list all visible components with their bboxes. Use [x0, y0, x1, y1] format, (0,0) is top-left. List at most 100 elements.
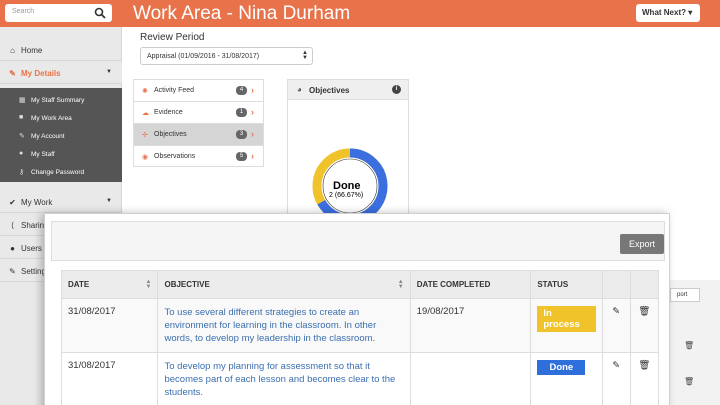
upload-icon: ☁	[142, 110, 149, 117]
column-header-edit	[601, 270, 631, 299]
trash-icon: 🗑	[684, 341, 695, 350]
cell-status: In process	[530, 298, 603, 353]
column-header-date-completed[interactable]: DATE COMPLETED	[409, 270, 532, 299]
users-icon: ●	[10, 244, 15, 253]
wrench-icon: ✎	[9, 267, 16, 276]
tab-label: Evidence	[154, 109, 183, 116]
trash-icon: 🗑	[684, 377, 695, 386]
objectives-table: DATE ▲ ▼ OBJECTIVE ▲ ▼ DATE COMPLETED STAT…	[60, 270, 660, 405]
tab-label: Observations	[154, 153, 196, 160]
count-badge: 1	[236, 108, 247, 117]
sidebar-item-label: Change Password	[31, 169, 85, 176]
grid-icon: ▦	[19, 97, 26, 104]
sort-icon[interactable]: ▲ ▼	[146, 279, 152, 290]
objectives-modal: Export DATE ▲ ▼ OBJECTIVE ▲ ▼ DATE COMPLET…	[44, 213, 670, 405]
sidebar-item-label: My Work	[21, 198, 53, 207]
column-header-date[interactable]: DATE ▲ ▼	[60, 270, 159, 299]
column-header-label: STATUS	[537, 280, 569, 289]
trash-icon[interactable]: 🗑	[629, 298, 660, 353]
count-badge: 5	[236, 152, 247, 161]
sidebar-item-label: Home	[21, 46, 43, 55]
check-icon: ✔	[9, 198, 16, 207]
cell-date: 31/08/2017	[60, 352, 159, 405]
objectives-panel-title: Objectives	[309, 86, 350, 95]
target-icon: ✢	[142, 132, 148, 139]
caret-down-icon: ▼	[106, 69, 112, 75]
search-input[interactable]: Search	[12, 8, 34, 15]
sort-icon[interactable]: ▲ ▼	[398, 279, 404, 290]
cell-objective[interactable]: To use several different strategies to c…	[157, 298, 411, 353]
export-button[interactable]: Export	[620, 234, 664, 254]
cell-objective[interactable]: To develop my planning for assessment so…	[157, 352, 411, 405]
section-tabs: ✺ Activity Feed 4 › ☁ Evidence 1 › ✢ Obj…	[133, 79, 264, 167]
cell-date-completed: 19/08/2017	[409, 298, 532, 353]
sidebar-item-change-password[interactable]: ⚷ Change Password	[0, 163, 122, 181]
sidebar-item-label: My Account	[31, 133, 65, 140]
search-icon[interactable]	[94, 7, 106, 19]
chevron-right-icon: ›	[251, 107, 254, 117]
sidebar-item-my-account[interactable]: ✎ My Account	[0, 127, 122, 145]
objective-link[interactable]: To develop my planning for assessment so…	[164, 361, 395, 398]
sidebar-item-label: My Work Area	[31, 115, 72, 122]
column-header-label: DATE COMPLETED	[416, 280, 491, 289]
page-title: Work Area - Nina Durham	[133, 3, 351, 24]
what-next-button[interactable]: What Next? ▾	[636, 4, 700, 22]
objectives-panel: ◕ Objectives i Done 2 (66.67%)	[287, 79, 409, 224]
tab-observations[interactable]: ◉ Observations 5 ›	[134, 146, 263, 168]
status-badge: In process	[537, 306, 596, 332]
table-row[interactable]: 31/08/2017 To develop my planning for as…	[60, 352, 660, 405]
search-box[interactable]: Search	[5, 4, 112, 22]
sidebar-item-my-details[interactable]: ✎ My Details ▼	[0, 62, 122, 84]
sidebar-item-my-staff[interactable]: ● My Staff	[0, 145, 122, 163]
column-header-label: DATE	[68, 280, 90, 289]
sidebar-item-label: My Staff Summary	[31, 97, 85, 104]
status-badge: Done	[537, 360, 586, 375]
pie-chart-icon: ◕	[297, 85, 302, 94]
top-bar: Search Work Area - Nina Durham What Next…	[0, 0, 720, 27]
table-row[interactable]: 31/08/2017 To use several different stra…	[60, 298, 660, 353]
sidebar-item-label: Setting	[21, 267, 46, 276]
review-period-label: Review Period	[140, 32, 205, 43]
column-header-label: OBJECTIVE	[164, 280, 210, 289]
column-header-delete	[629, 270, 660, 299]
donut-value: 2 (66.67%)	[329, 192, 364, 199]
edit-icon[interactable]: ✎	[601, 352, 631, 405]
info-icon[interactable]: i	[392, 85, 401, 94]
sidebar-item-home[interactable]: ⌂ Home	[0, 39, 122, 61]
tab-objectives[interactable]: ✢ Objectives 3 ›	[134, 124, 263, 146]
modal-header: Export	[51, 221, 665, 261]
chevron-right-icon: ›	[251, 85, 254, 95]
sidebar-item-my-work[interactable]: ✔ My Work ▼	[0, 191, 122, 213]
users-icon: ●	[19, 150, 24, 157]
sidebar-item-label: My Staff	[31, 151, 55, 158]
tab-activity-feed[interactable]: ✺ Activity Feed 4 ›	[134, 80, 263, 102]
briefcase-icon: ■	[19, 114, 24, 121]
count-badge: 4	[236, 86, 247, 95]
chevron-right-icon: ›	[251, 151, 254, 161]
objectives-panel-header: ◕ Objectives i	[288, 80, 408, 100]
count-badge: 3	[236, 130, 247, 139]
tab-label: Objectives	[154, 131, 187, 138]
key-icon: ⚷	[19, 169, 25, 176]
sidebar-item-my-work-area[interactable]: ■ My Work Area	[0, 109, 122, 127]
tab-evidence[interactable]: ☁ Evidence 1 ›	[134, 102, 263, 124]
column-header-status[interactable]: STATUS	[530, 270, 603, 299]
cell-date: 31/08/2017	[60, 298, 159, 353]
donut-label: Done	[333, 180, 361, 192]
share-icon: ⟨	[10, 221, 15, 230]
trash-icon[interactable]: 🗑	[629, 352, 660, 405]
eye-icon: ◉	[142, 154, 149, 161]
edit-icon[interactable]: ✎	[601, 298, 631, 353]
tab-label: Activity Feed	[154, 87, 195, 94]
objective-link[interactable]: To use several different strategies to c…	[164, 307, 376, 344]
review-period-select[interactable]: Appraisal (01/09/2016 - 31/08/2017) ▲ ▼	[140, 47, 313, 65]
sidebar-item-label: Sharin	[21, 221, 45, 230]
sidebar-item-my-staff-summary[interactable]: ▦ My Staff Summary	[0, 91, 122, 109]
sidebar-item-label: My Details	[21, 69, 61, 78]
background-export-button: port	[670, 288, 700, 302]
wrench-icon: ✎	[19, 133, 25, 140]
sidebar-submenu: ▦ My Staff Summary ■ My Work Area ✎ My A…	[0, 88, 122, 182]
column-header-objective[interactable]: OBJECTIVE ▲ ▼	[157, 270, 411, 299]
pencil-icon: ✎	[9, 69, 16, 78]
home-icon: ⌂	[10, 46, 15, 55]
